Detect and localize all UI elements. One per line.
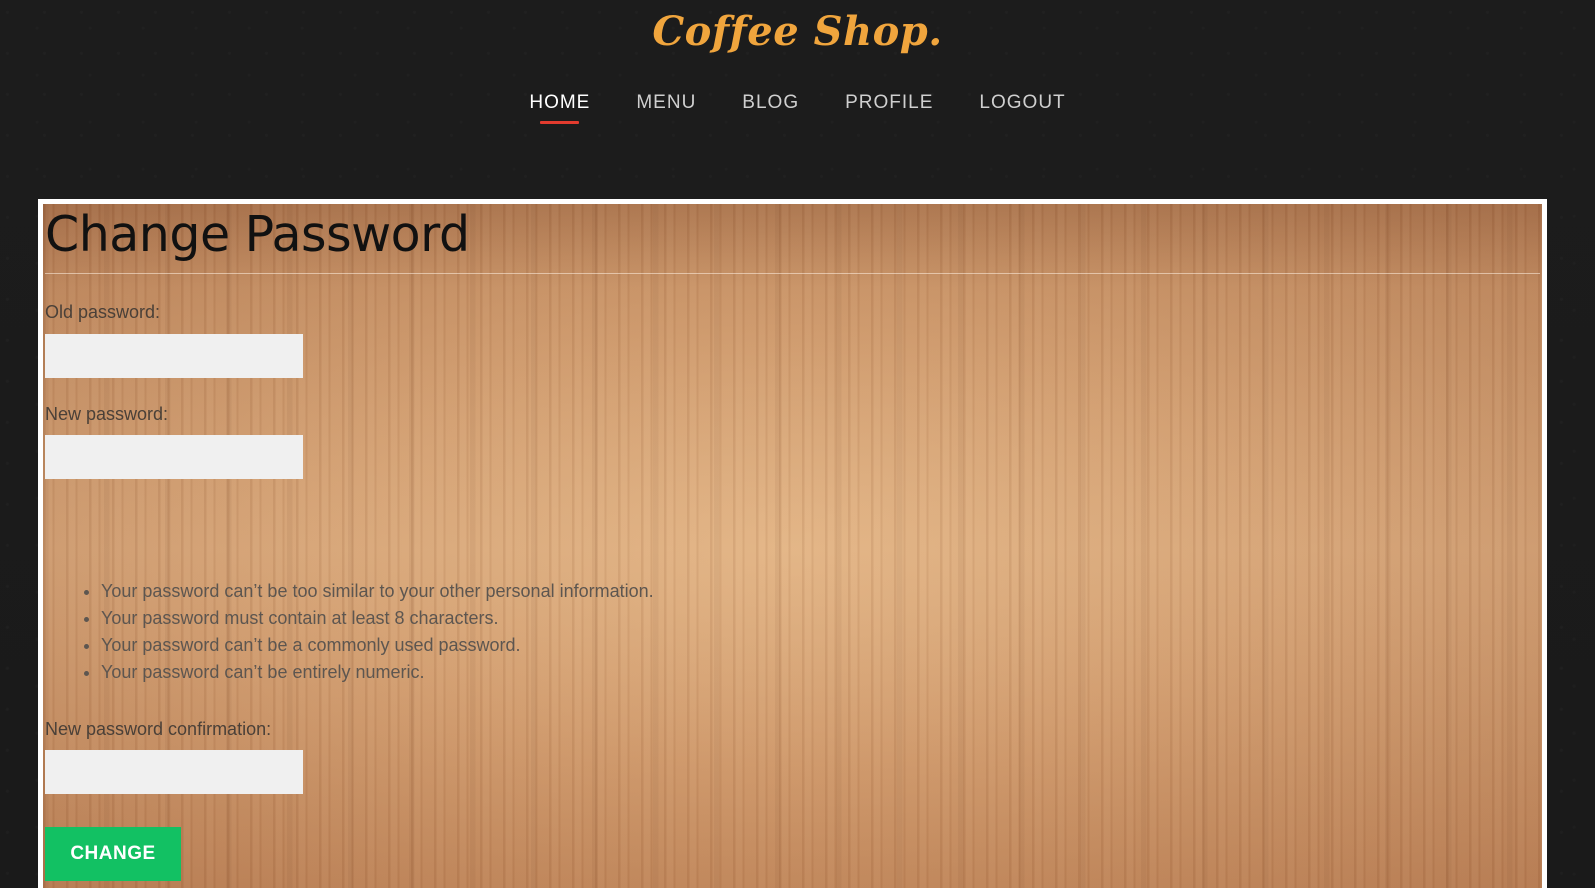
password-help-list: Your password can’t be too similar to yo… [45, 578, 654, 686]
nav-item-profile[interactable]: PROFILE [845, 92, 933, 124]
change-button[interactable]: CHANGE [45, 827, 181, 881]
change-password-form: Change Password Old password: New passwo… [43, 204, 1542, 888]
old-password-label: Old password: [45, 302, 161, 322]
content-panel: Change Password Old password: New passwo… [38, 199, 1547, 888]
password-help-item: Your password can’t be entirely numeric. [101, 659, 654, 686]
main-nav: HOME MENU BLOG PROFILE LOGOUT [0, 92, 1595, 124]
nav-item-blog[interactable]: BLOG [742, 92, 799, 124]
confirm-password-input[interactable] [45, 750, 303, 794]
old-password-input[interactable] [45, 334, 303, 378]
password-help-item: Your password can’t be too similar to yo… [101, 578, 654, 605]
confirm-password-label: New password confirmation: [45, 719, 272, 739]
password-help-item: Your password can’t be a commonly used p… [101, 632, 654, 659]
nav-item-menu[interactable]: MENU [636, 92, 696, 124]
password-help-item: Your password must contain at least 8 ch… [101, 605, 654, 632]
new-password-label: New password: [45, 404, 169, 424]
site-logo[interactable]: Coffee Shop. [0, 8, 1595, 55]
page-title: Change Password [45, 206, 470, 263]
nav-item-home[interactable]: HOME [529, 92, 590, 124]
site-header: Coffee Shop. HOME MENU BLOG PROFILE LOGO… [0, 0, 1595, 190]
title-divider [45, 273, 1540, 274]
nav-item-logout[interactable]: LOGOUT [979, 92, 1065, 124]
new-password-input[interactable] [45, 435, 303, 479]
